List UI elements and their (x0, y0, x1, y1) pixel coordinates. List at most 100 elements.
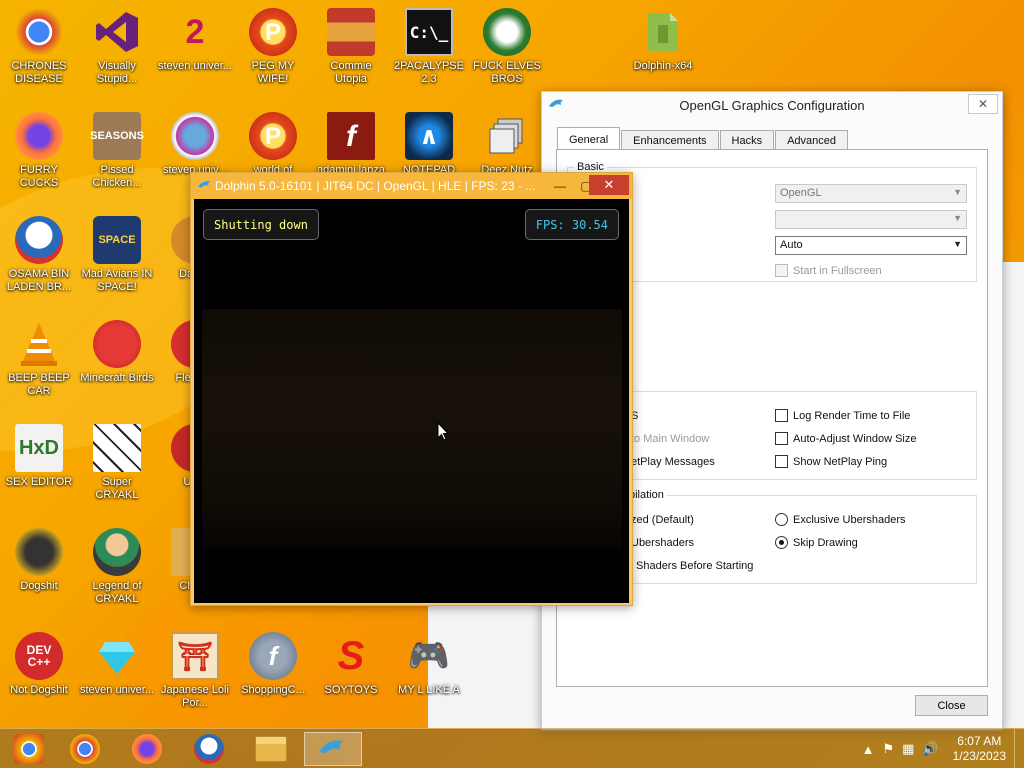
desktop-icon[interactable]: S SOYTOYS (312, 632, 390, 697)
title-bar[interactable]: Dolphin 5.0-16101 | JIT64 DC | OpenGL | … (191, 173, 632, 199)
close-button[interactable]: ✕ (589, 175, 629, 195)
character-icon (93, 528, 141, 576)
gem-icon (171, 112, 219, 160)
start-fullscreen-checkbox[interactable]: Start in Fullscreen (775, 264, 882, 277)
desktop-icon[interactable]: f adamini lanza (312, 112, 390, 177)
taskbar-chrome[interactable] (56, 732, 114, 766)
desktop-icon[interactable]: BEEP BEEP CAR (0, 320, 78, 398)
desktop-icon[interactable]: OSAMA BIN LADEN BR... (0, 216, 78, 294)
desktop-icon[interactable]: Dogshit (0, 528, 78, 593)
taskbar-file-explorer[interactable] (242, 732, 300, 766)
angry-birds-icon (93, 320, 141, 368)
desktop-icon[interactable]: Legend of CRYAKL (78, 528, 156, 606)
taskbar-chrome-canary[interactable] (0, 732, 58, 766)
notepad-icon: ∧ (405, 112, 453, 160)
desktop-icon[interactable]: FURRY CUCKS (0, 112, 78, 190)
desktop-icon[interactable]: f ShoppingC... (234, 632, 312, 697)
chevron-down-icon: ▼ (953, 187, 962, 197)
network-icon[interactable]: ▦ (902, 741, 914, 757)
desktop-icon[interactable]: DEV C++ Not Dogshit (0, 632, 78, 697)
auto-adjust-window-checkbox[interactable]: Auto-Adjust Window Size (775, 432, 917, 445)
show-desktop-button[interactable] (1014, 729, 1024, 768)
file-explorer-icon (255, 736, 287, 762)
clock-date: 1/23/2023 (952, 749, 1006, 763)
desktop-icon[interactable]: 2 steven univer... (156, 8, 234, 73)
show-netplay-ping-checkbox[interactable]: Show NetPlay Ping (775, 455, 887, 468)
dolphin-icon (316, 736, 350, 763)
log-render-time-checkbox[interactable]: Log Render Time to File (775, 409, 910, 422)
game-render-area[interactable]: Shutting down FPS: 30.54 (194, 199, 629, 603)
firefox-icon (132, 734, 162, 764)
diamond-icon (93, 632, 141, 680)
dolphin-icon (197, 179, 213, 194)
aspect-ratio-select[interactable]: Auto ▼ (775, 236, 967, 255)
desktop-icon[interactable]: steven univer... (78, 632, 156, 697)
obama-logo-icon (15, 216, 63, 264)
close-button[interactable]: ✕ (968, 94, 998, 114)
desktop-icon[interactable]: P PEG MY WIFE! (234, 8, 312, 86)
chrome-canary-icon (14, 734, 44, 764)
clock[interactable]: 6:07 AM 1/23/2023 (953, 734, 1006, 764)
adapter-select[interactable]: ▼ (775, 210, 967, 229)
minimize-button[interactable]: — (546, 176, 574, 196)
angry-birds-icon: SEASONS (90, 112, 144, 160)
title-bar[interactable]: OpenGL Graphics Configuration ✕ (542, 92, 1002, 118)
game-icon (483, 8, 531, 56)
desktop-icon[interactable]: Minecraft Birds (78, 320, 156, 385)
hybrid-ubershaders-label[interactable]: Ubershaders (631, 537, 694, 549)
angry-birds-space-icon: SPACE (93, 216, 141, 264)
tab-hacks[interactable]: Hacks (719, 130, 775, 150)
desktop-icon[interactable]: FUCK ELVES BROS (468, 8, 546, 86)
render-to-main-label[interactable]: to Main Window (631, 433, 709, 445)
folder-icon (639, 8, 687, 56)
specialized-default-label[interactable]: zed (Default) (631, 514, 694, 526)
taskbar-firefox[interactable] (118, 732, 176, 766)
desktop-icon[interactable]: CHRONES DISEASE (0, 8, 78, 86)
desktop-icon[interactable]: steven univ... (156, 112, 234, 177)
desktop-icon[interactable]: ∧ NOTEPAD (390, 112, 468, 177)
desktop-icon[interactable]: Super CRYAKL (78, 424, 156, 502)
desktop-icon[interactable]: HxD SEX EDITOR (0, 424, 78, 489)
desktop-icon[interactable]: SPACE Mad Avians IN SPACE! (78, 216, 156, 294)
chrome-icon (70, 734, 100, 764)
console-icon: C:\_ (405, 8, 453, 56)
flash-icon: f (249, 632, 297, 680)
desktop-icon[interactable]: 🎮 MY L LIKE A (390, 632, 468, 697)
windows-icon (483, 112, 531, 160)
dolphin-render-window: Dolphin 5.0-16101 | JIT64 DC | OpenGL | … (190, 172, 633, 606)
volume-icon[interactable]: 🔊 (922, 741, 938, 757)
desktop-icon[interactable]: Deez Nutz (468, 112, 546, 177)
close-dialog-button[interactable]: Close (915, 695, 988, 716)
clock-time: 6:07 AM (957, 734, 1002, 748)
taskbar-dolphin[interactable] (304, 732, 362, 766)
backend-select[interactable]: OpenGL ▼ (775, 184, 967, 203)
hxd-icon: HxD (15, 424, 63, 472)
tab-enhancements[interactable]: Enhancements (621, 130, 719, 150)
tab-general[interactable]: General (557, 127, 621, 150)
firefox-icon (15, 112, 63, 160)
desktop-icon[interactable]: Dolphin-x64 (624, 8, 702, 73)
chevron-down-icon: ▼ (953, 239, 962, 249)
exclusive-ubershaders-radio[interactable]: Exclusive Ubershaders (775, 513, 906, 526)
desktop-icon[interactable]: Commie Utopia (312, 8, 390, 86)
netplay-messages-label[interactable]: etPlay Messages (631, 456, 715, 468)
window-title: Dolphin 5.0-16101 | JIT64 DC | OpenGL | … (215, 179, 536, 193)
desktop-icon[interactable]: SEASONS Pissed Chicken... (78, 112, 156, 190)
osd-fps-counter: FPS: 30.54 (524, 209, 619, 240)
osd-status-message: Shutting down (203, 209, 319, 240)
flag-icon[interactable]: ⚑ (882, 741, 894, 757)
compile-shaders-label[interactable]: Shaders Before Starting (636, 560, 753, 572)
skip-drawing-radio[interactable]: Skip Drawing (775, 536, 858, 549)
app-icon: 2 (185, 12, 205, 51)
faded-game-frame (202, 309, 622, 549)
chevron-up-icon[interactable]: ▲ (862, 742, 875, 757)
desktop-icon[interactable]: C:\_ 2PACALYPSE 2.3 (390, 8, 468, 86)
desktop-icon[interactable]: P world of (234, 112, 312, 177)
desktop-icon[interactable]: Visually Stupid... (78, 8, 156, 86)
taskbar-obama[interactable] (180, 732, 238, 766)
desktop-icon[interactable]: ⛩ Japanese Loli Por... (156, 632, 234, 710)
tab-bar: General Enhancements Hacks Advanced (557, 127, 849, 150)
dev-cpp-icon: DEV C++ (15, 632, 63, 680)
tab-advanced[interactable]: Advanced (775, 130, 849, 150)
torii-icon: ⛩ (171, 632, 219, 680)
